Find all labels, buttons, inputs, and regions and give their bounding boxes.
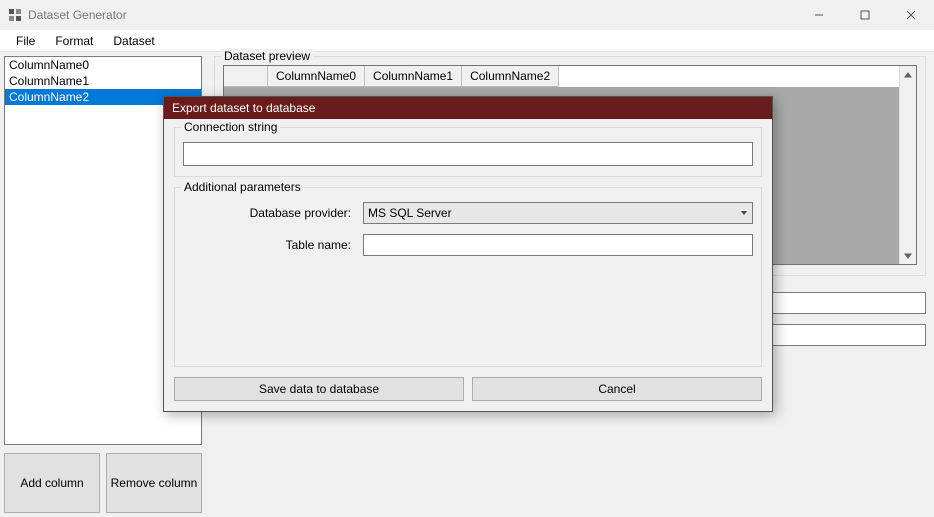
menu-format[interactable]: Format bbox=[45, 31, 103, 51]
table-name-label: Table name: bbox=[183, 238, 363, 252]
database-provider-select[interactable]: MS SQL Server bbox=[363, 202, 753, 224]
close-button[interactable] bbox=[888, 0, 934, 30]
menu-file[interactable]: File bbox=[6, 31, 45, 51]
provider-value: MS SQL Server bbox=[368, 206, 452, 220]
minimize-button[interactable] bbox=[796, 0, 842, 30]
list-item[interactable]: ColumnName1 bbox=[5, 73, 201, 89]
menubar: File Format Dataset bbox=[0, 30, 934, 52]
preview-legend: Dataset preview bbox=[221, 49, 313, 63]
export-dialog: Export dataset to database Connection st… bbox=[163, 96, 773, 412]
grid-column-header[interactable]: ColumnName2 bbox=[462, 66, 559, 87]
dialog-title: Export dataset to database bbox=[172, 101, 315, 115]
cancel-button[interactable]: Cancel bbox=[472, 377, 762, 401]
grid-column-header[interactable]: ColumnName0 bbox=[268, 66, 365, 87]
grid-row-header[interactable] bbox=[224, 66, 268, 87]
provider-label: Database provider: bbox=[183, 206, 363, 220]
window-title: Dataset Generator bbox=[28, 8, 127, 22]
scroll-up-icon[interactable] bbox=[900, 66, 916, 83]
add-column-button[interactable]: Add column bbox=[4, 453, 100, 513]
chevron-down-icon bbox=[740, 206, 748, 220]
maximize-button[interactable] bbox=[842, 0, 888, 30]
menu-dataset[interactable]: Dataset bbox=[103, 31, 164, 51]
remove-column-button[interactable]: Remove column bbox=[106, 453, 202, 513]
params-legend: Additional parameters bbox=[181, 180, 304, 194]
grid-scrollbar[interactable] bbox=[899, 66, 916, 264]
save-button[interactable]: Save data to database bbox=[174, 377, 464, 401]
app-icon bbox=[8, 8, 22, 22]
grid-header: ColumnName0 ColumnName1 ColumnName2 bbox=[224, 66, 916, 87]
dialog-titlebar[interactable]: Export dataset to database bbox=[164, 97, 772, 119]
scroll-down-icon[interactable] bbox=[900, 247, 916, 264]
titlebar: Dataset Generator bbox=[0, 0, 934, 30]
list-item[interactable]: ColumnName0 bbox=[5, 57, 201, 73]
connection-string-input[interactable] bbox=[183, 142, 753, 166]
table-name-input[interactable] bbox=[363, 234, 753, 256]
connection-legend: Connection string bbox=[181, 120, 280, 134]
connection-groupbox: Connection string bbox=[174, 127, 762, 177]
grid-column-header[interactable]: ColumnName1 bbox=[365, 66, 462, 87]
params-groupbox: Additional parameters Database provider:… bbox=[174, 187, 762, 367]
